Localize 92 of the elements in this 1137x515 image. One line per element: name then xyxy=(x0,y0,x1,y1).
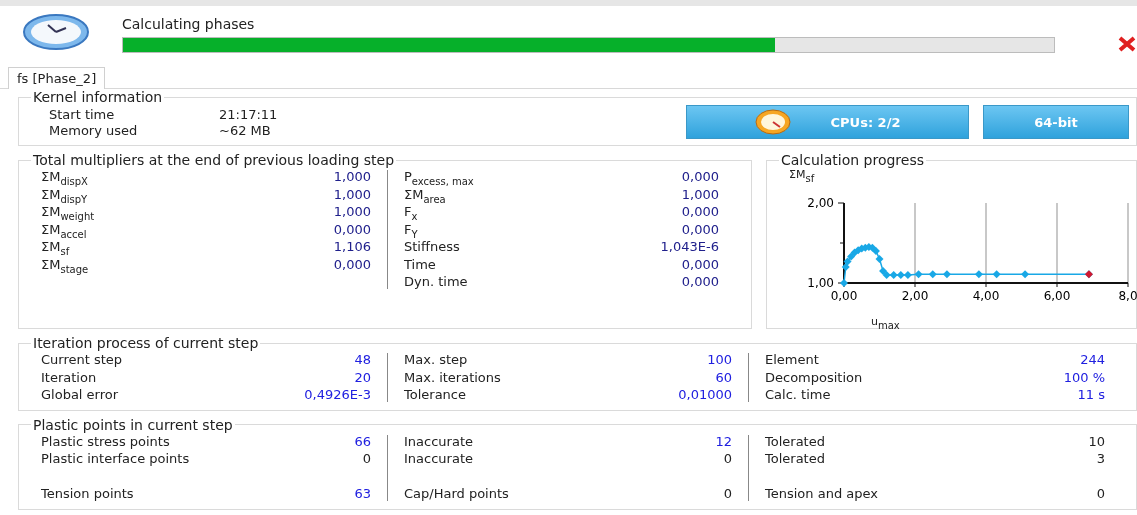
field-label: ΣM$_{dispX}$ xyxy=(41,169,88,185)
field-label: ΣM$_{area}$ xyxy=(404,186,446,202)
field-label: Start time xyxy=(49,106,116,122)
data-point xyxy=(974,270,983,279)
data-point xyxy=(914,270,923,279)
field-label: Inaccurate xyxy=(404,451,473,467)
field-value: 100 % xyxy=(1063,369,1105,385)
stopwatch-icon xyxy=(754,109,791,135)
field-label: F$_{Y}$ xyxy=(404,221,418,237)
field-label: Dyn. time xyxy=(404,274,468,290)
field-label: Tolerance xyxy=(404,387,466,403)
clock-icon xyxy=(22,12,90,52)
field-label: ΣM$_{weight}$ xyxy=(41,204,95,220)
field-value: 20 xyxy=(354,369,371,385)
field-value: 1,000 xyxy=(333,186,371,202)
field-label: Plastic stress points xyxy=(41,433,170,449)
field-label: Max. iterations xyxy=(404,369,501,385)
field-label: P$_{excess, max}$ xyxy=(404,169,474,185)
data-point xyxy=(928,270,937,279)
data-point xyxy=(840,279,848,287)
field-label: Tension and apex xyxy=(765,486,878,502)
field-value: 0 xyxy=(1096,486,1105,502)
field-value: 0,000 xyxy=(681,274,719,290)
tick-label: 1,00 xyxy=(807,276,834,290)
field-value: 1,000 xyxy=(333,204,371,220)
field-label: Element xyxy=(765,352,819,368)
field-label: Max. step xyxy=(404,352,468,368)
field-value: 1,000 xyxy=(681,186,719,202)
tick-label: 6,00 xyxy=(1043,289,1071,303)
group-title: Kernel information xyxy=(32,89,164,105)
field-value: 1,043E-6 xyxy=(660,239,719,255)
field-value: 0,000 xyxy=(333,221,371,237)
field-value: 0,000 xyxy=(681,169,719,185)
group-title: Iteration process of current step xyxy=(32,335,260,351)
field-label: Calc. time xyxy=(765,387,831,403)
field-value: 11 s xyxy=(1077,387,1105,403)
field-value: 244 xyxy=(1080,352,1105,368)
field-label: Cap/Hard points xyxy=(404,486,509,502)
field-value: 0,000 xyxy=(333,256,371,272)
close-icon[interactable] xyxy=(1118,36,1136,52)
field-label: ΣM$_{accel}$ xyxy=(41,221,87,237)
field-value: 63 xyxy=(354,486,371,502)
field-value: 1,106 xyxy=(333,239,371,255)
tick-label: 8,0 xyxy=(1118,289,1137,303)
field-value: 3 xyxy=(1096,451,1105,467)
field-label: Tolerated xyxy=(765,451,825,467)
field-value: 0 xyxy=(723,451,732,467)
field-value: 12 xyxy=(715,433,732,449)
data-point xyxy=(992,270,1001,279)
group-title: Plastic points in current step xyxy=(32,416,234,433)
field-value: 0,000 xyxy=(681,204,719,220)
field-label: Stiffness xyxy=(404,239,460,255)
field-value: 0,000 xyxy=(681,256,719,272)
field-value: 0 xyxy=(723,486,732,502)
field-label: Current step xyxy=(41,352,123,368)
cpus-button[interactable]: CPUs: 2/2 xyxy=(686,105,969,139)
field-value: 48 xyxy=(354,352,371,368)
field-label: Global error xyxy=(41,387,119,403)
progress-title: Calculating phases xyxy=(122,16,256,32)
data-point xyxy=(942,270,951,279)
field-label: Tolerated xyxy=(765,433,825,449)
field-value: ~62 MB xyxy=(219,122,272,138)
field-label: Time xyxy=(404,256,436,272)
field-label: Tension points xyxy=(41,486,134,502)
group-title: Total multipliers at the end of previous loading step xyxy=(32,152,396,168)
tick-label: 2,00 xyxy=(807,196,834,210)
field-value: 100 xyxy=(707,352,732,368)
field-label: F$_{x}$ xyxy=(404,204,418,220)
field-value: 66 xyxy=(354,433,371,449)
group-title: Calculation progress xyxy=(780,152,925,168)
tick-label: 0,00 xyxy=(830,289,858,303)
field-value: 0,000 xyxy=(681,221,719,237)
field-label: ΣM$_{sf}$ xyxy=(41,239,70,255)
field-label: Decomposition xyxy=(765,369,863,385)
tick-label: 2,00 xyxy=(901,289,929,303)
tick-label: 4,00 xyxy=(972,289,1000,303)
field-value: 0,01000 xyxy=(678,387,732,403)
field-value: 0,4926E-3 xyxy=(304,387,371,403)
data-point xyxy=(847,252,856,261)
field-label: Plastic interface points xyxy=(41,451,190,467)
data-point xyxy=(1021,270,1030,279)
data-point xyxy=(843,257,852,266)
field-label: Iteration xyxy=(41,369,97,385)
field-value: 60 xyxy=(715,369,732,385)
field-value: 1,000 xyxy=(333,169,371,185)
field-label: Inaccurate xyxy=(404,433,473,449)
tab[interactable]: fs [Phase_2] xyxy=(8,67,106,89)
field-value: 21:17:11 xyxy=(219,106,279,122)
field-label: Memory used xyxy=(49,122,139,138)
bitness-button[interactable]: 64-bit xyxy=(983,105,1129,139)
field-value: 0 xyxy=(362,451,371,467)
field-value: 10 xyxy=(1088,433,1105,449)
